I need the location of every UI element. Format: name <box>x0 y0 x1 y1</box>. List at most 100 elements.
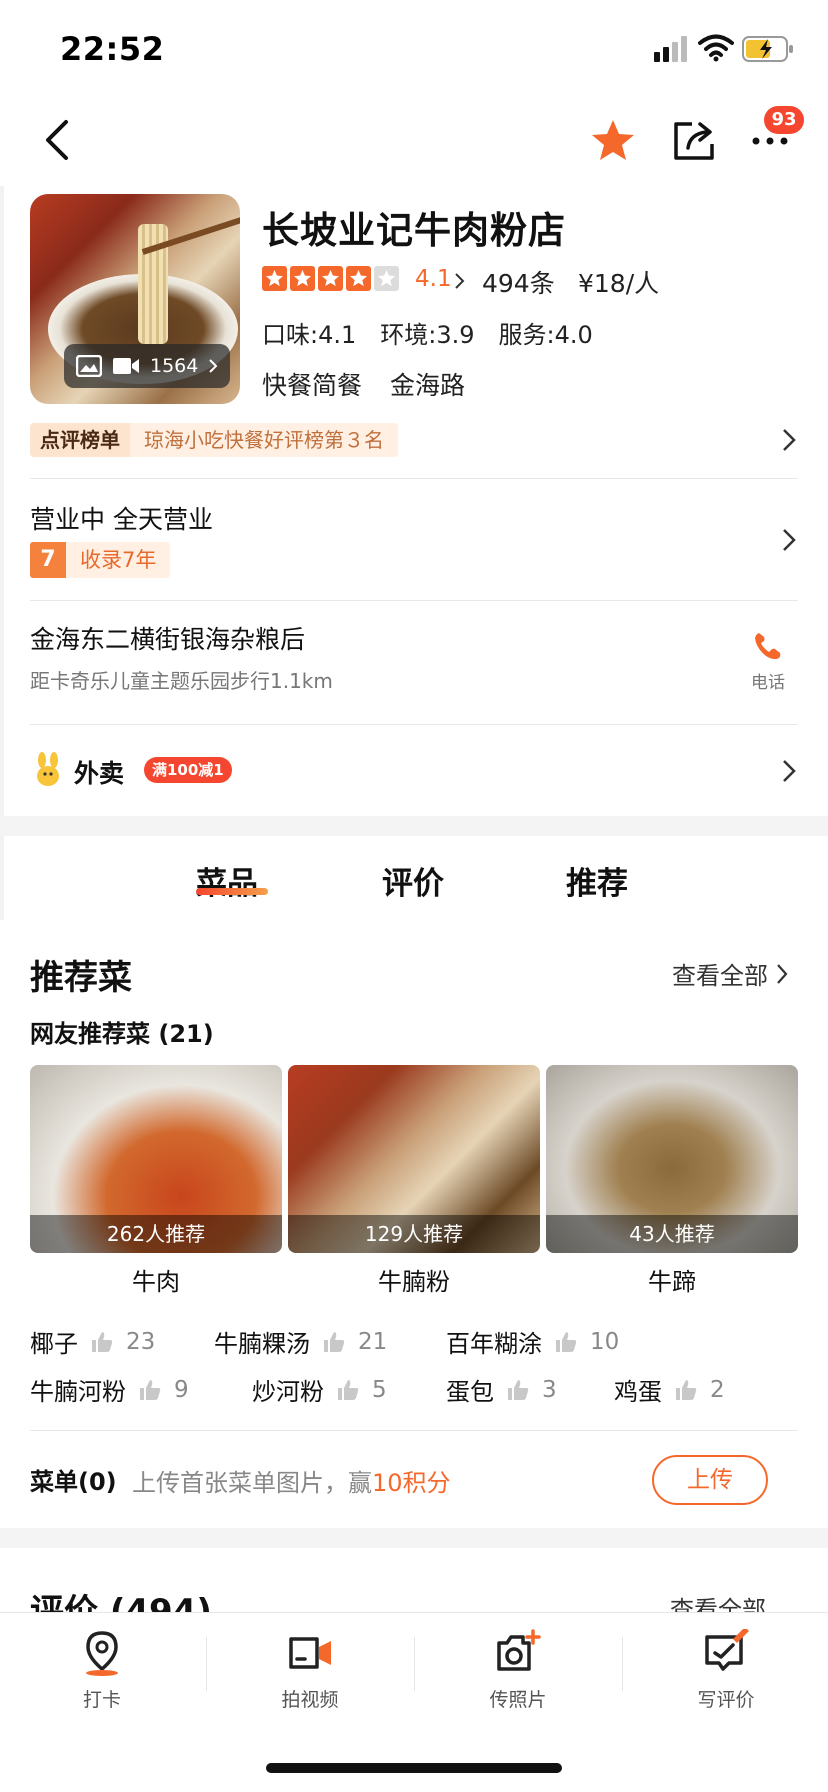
dish-list-count: 3 <box>542 1376 557 1403</box>
ranking-label: 点评榜单 <box>30 423 130 457</box>
dish-list-item[interactable]: 炒河粉 5 <box>252 1372 387 1407</box>
dish-list-name: 炒河粉 <box>252 1378 324 1406</box>
phone-button[interactable]: 电话 <box>744 630 792 693</box>
user-recommended-subtitle: 网友推荐菜 (21) <box>30 1020 214 1048</box>
divider <box>30 1430 798 1431</box>
dish-list-count: 5 <box>372 1376 387 1403</box>
service-score: 服务:4.0 <box>498 321 593 349</box>
dish-list-name: 蛋包 <box>446 1378 494 1406</box>
chevron-right-icon[interactable] <box>782 428 796 452</box>
tab-recommend[interactable]: 推荐 <box>566 858 628 903</box>
star-icon <box>290 266 315 291</box>
bottom-bar-label: 拍视频 <box>281 1689 339 1711</box>
dish-list-count: 9 <box>174 1376 189 1403</box>
see-all-label: 查看全部 <box>672 962 768 990</box>
dish-list-item[interactable]: 牛腩河粉 9 <box>30 1372 189 1407</box>
upload-menu-button[interactable]: 上传 <box>652 1455 768 1505</box>
star-favorite-icon[interactable] <box>590 118 636 162</box>
menu-label[interactable]: 菜单(0) <box>30 1462 117 1497</box>
rating-value[interactable]: 4.1 <box>415 266 452 292</box>
dish-list-name: 牛腩河粉 <box>30 1378 126 1406</box>
thumbs-up-icon <box>324 1331 345 1352</box>
dish-recommend-count: 129人推荐 <box>288 1215 540 1253</box>
section-separator <box>0 816 828 836</box>
see-all-dishes-link[interactable]: 查看全部 <box>672 956 788 991</box>
taste-score: 口味:4.1 <box>262 321 357 349</box>
takeout-mascot-icon <box>37 752 59 786</box>
tab-dishes[interactable]: 菜品 <box>196 858 258 903</box>
dish-list-item[interactable]: 鸡蛋 2 <box>614 1372 725 1407</box>
wifi-icon <box>698 34 734 62</box>
tab-reviews[interactable]: 评价 <box>382 858 444 903</box>
bottom-bar-label: 打卡 <box>82 1689 121 1711</box>
divider <box>30 600 798 601</box>
dish-list-item[interactable]: 椰子 23 <box>30 1324 155 1359</box>
thumbs-up-icon <box>676 1379 697 1400</box>
video-camera-icon <box>289 1637 331 1669</box>
chevron-right-icon[interactable] <box>782 759 796 783</box>
photo-icon <box>76 355 102 377</box>
thumbs-up-icon <box>556 1331 577 1352</box>
rating-stars <box>262 266 399 291</box>
years-listed-tag: 7 收录7年 <box>30 542 171 578</box>
more-icon[interactable] <box>752 136 788 146</box>
media-count-pill[interactable]: 1564 <box>64 344 230 388</box>
phone-icon <box>755 633 781 660</box>
review-count[interactable]: 494条 <box>482 264 555 300</box>
nav-bar <box>0 100 828 184</box>
ranking-text: 琼海小吃快餐好评榜第３名 <box>130 423 398 457</box>
section-separator <box>0 1528 828 1548</box>
chevron-right-icon[interactable] <box>454 272 466 290</box>
dish-name: 牛腩粉 <box>378 1268 450 1296</box>
years-number: 7 <box>30 542 66 578</box>
district[interactable]: 金海路 <box>390 366 465 402</box>
dish-list-item[interactable]: 百年糊涂 10 <box>446 1324 619 1359</box>
back-icon[interactable] <box>42 118 70 162</box>
dish-card[interactable]: 262人推荐 <box>30 1065 282 1253</box>
environment-score: 环境:3.9 <box>380 321 475 349</box>
dish-list-name: 牛腩粿汤 <box>214 1330 310 1358</box>
video-icon <box>113 358 139 374</box>
sub-scores: 口味:4.1 环境:3.9 服务:4.0 <box>262 315 593 350</box>
write-review-button[interactable]: 写评价 <box>666 1627 786 1712</box>
thumbs-up-icon <box>140 1379 161 1400</box>
share-icon[interactable] <box>672 118 716 162</box>
dish-card[interactable]: 129人推荐 <box>288 1065 540 1253</box>
checkin-button[interactable]: 打卡 <box>42 1629 162 1712</box>
section-title-dishes: 推荐菜 <box>30 958 132 998</box>
dish-list-item[interactable]: 牛腩粿汤 21 <box>214 1324 387 1359</box>
media-count: 1564 <box>150 355 199 377</box>
dish-list-item[interactable]: 蛋包 3 <box>446 1372 557 1407</box>
star-icon <box>346 266 371 291</box>
dish-list-count: 10 <box>590 1328 620 1355</box>
thumbs-up-icon <box>508 1379 529 1400</box>
bottom-bar-separator <box>622 1637 623 1691</box>
dish-name: 牛蹄 <box>648 1268 696 1296</box>
record-video-button[interactable]: 拍视频 <box>250 1629 370 1712</box>
takeout-label[interactable]: 外卖 <box>74 754 124 790</box>
price-per-person: ¥18/人 <box>578 269 660 298</box>
menu-upload-tip: 上传首张菜单图片，赢10积分 <box>132 1463 451 1498</box>
battery-charging-icon <box>742 36 793 62</box>
active-tab-indicator <box>196 888 268 895</box>
divider <box>30 478 798 479</box>
shop-categories: 快餐简餐 金海路 <box>262 366 465 402</box>
dish-card[interactable]: 43人推荐 <box>546 1065 798 1253</box>
address-line[interactable]: 金海东二横街银海杂粮后 <box>30 620 305 656</box>
shop-cover-image[interactable]: 1564 <box>30 194 240 404</box>
content-tabs: 菜品 评价 推荐 <box>0 836 828 920</box>
star-icon <box>262 266 287 291</box>
chevron-right-icon[interactable] <box>782 528 796 552</box>
bottom-bar-separator <box>414 1637 415 1691</box>
ranking-tag[interactable]: 点评榜单 琼海小吃快餐好评榜第３名 <box>30 423 398 457</box>
category[interactable]: 快餐简餐 <box>262 366 362 402</box>
business-hours[interactable]: 营业中 全天营业 <box>30 500 213 536</box>
dish-list-name: 百年糊涂 <box>446 1330 542 1358</box>
dish-list-count: 23 <box>126 1328 156 1355</box>
upload-photo-button[interactable]: 传照片 <box>458 1629 578 1712</box>
dish-recommend-count: 43人推荐 <box>546 1215 798 1253</box>
chevron-right-icon <box>209 359 218 373</box>
status-time: 22:52 <box>60 30 165 68</box>
star-empty-icon <box>374 266 399 291</box>
home-indicator[interactable] <box>266 1763 562 1773</box>
